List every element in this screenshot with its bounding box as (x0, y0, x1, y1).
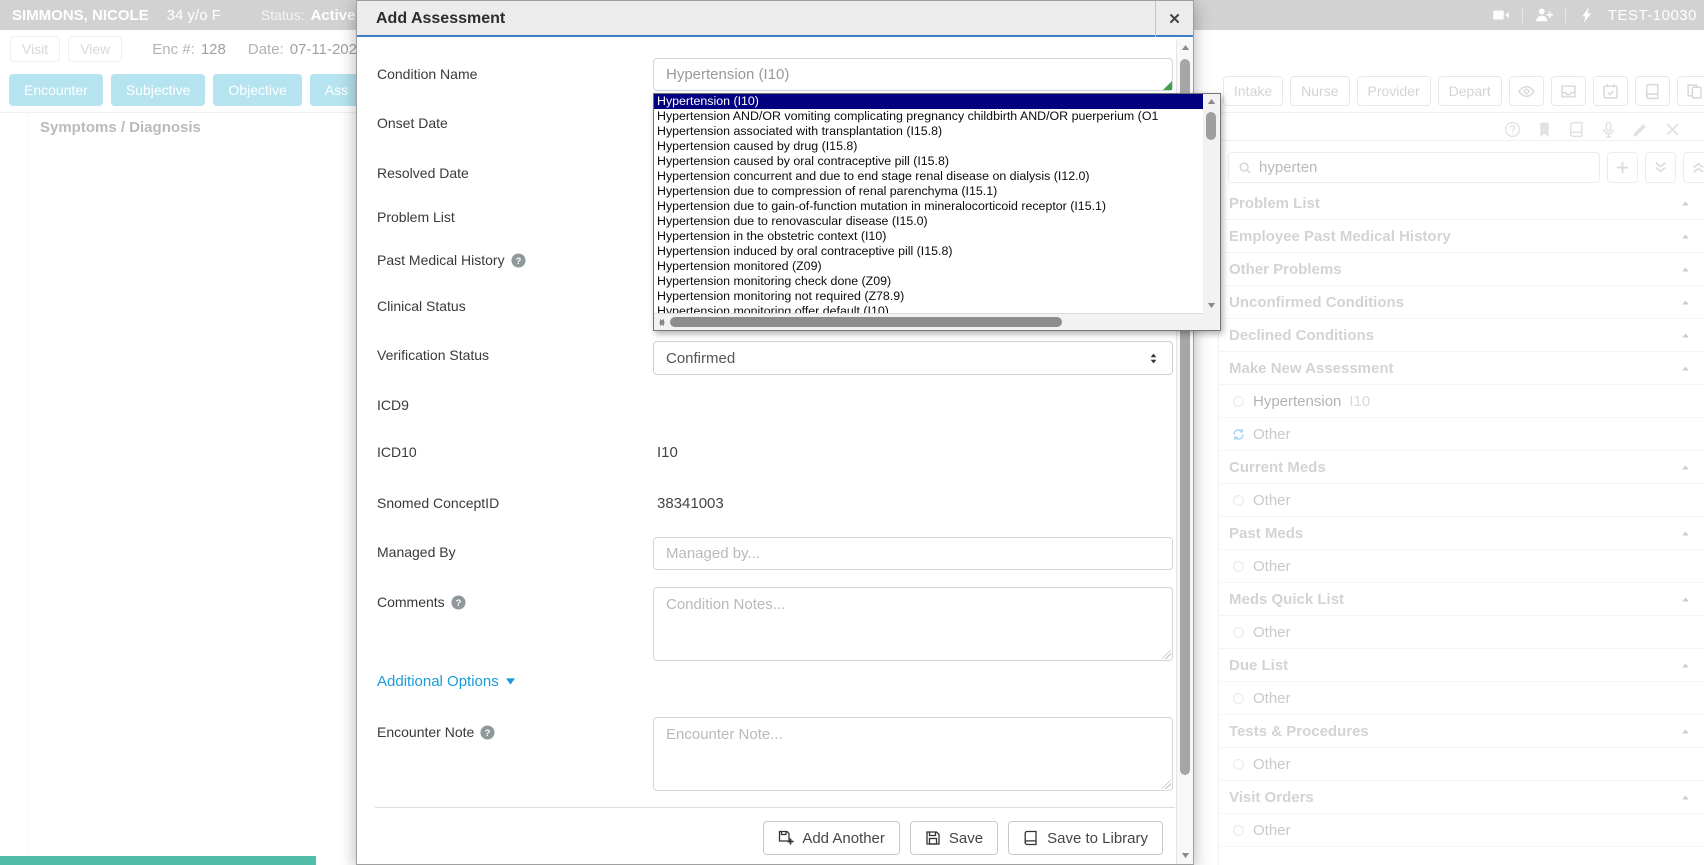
dropdown-option-8[interactable]: Hypertension due to gain-of-function mut… (654, 199, 1203, 214)
scrollbar-thumb[interactable] (670, 317, 1062, 327)
dropdown-option-10[interactable]: Hypertension in the obstetric context (I… (654, 229, 1203, 244)
add-another-button[interactable]: Add Another (763, 821, 900, 855)
scroll-down-icon[interactable] (1207, 301, 1216, 310)
add-another-label: Add Another (802, 830, 885, 847)
dropdown-option-14[interactable]: Hypertension monitoring not required (Z7… (654, 289, 1203, 304)
comments-textarea[interactable] (653, 587, 1173, 661)
dropdown-option-11[interactable]: Hypertension induced by oral contracepti… (654, 244, 1203, 259)
dropdown-option-5[interactable]: Hypertension caused by oral contraceptiv… (654, 154, 1203, 169)
encounter-note-label: Encounter Note? (377, 724, 495, 740)
condition-autocomplete-dropdown: Hypertension (I10)Hypertension AND/OR vo… (653, 93, 1221, 331)
svg-text:?: ? (455, 597, 461, 607)
save-to-library-button[interactable]: Save to Library (1008, 821, 1163, 855)
page-root: { "colors": { "tab_blue": "#5bc0de", "ti… (0, 0, 1704, 865)
svg-text:?: ? (485, 727, 491, 737)
condition-name-input[interactable] (653, 58, 1173, 91)
scrollbar-corner (1203, 313, 1220, 330)
dropdown-option-13[interactable]: Hypertension monitoring check done (Z09) (654, 274, 1203, 289)
icd9-label: ICD9 (377, 397, 409, 413)
dropdown-vertical-scrollbar[interactable] (1203, 94, 1220, 313)
additional-options-link[interactable]: Additional Options (377, 673, 516, 690)
icd10-value: I10 (657, 444, 678, 461)
help-icon[interactable]: ? (511, 253, 526, 268)
encounter-note-field (653, 717, 1173, 791)
scroll-up-icon[interactable] (1207, 97, 1216, 106)
clinical-status-label: Clinical Status (377, 298, 466, 314)
managed-by-field (653, 537, 1173, 570)
dropdown-option-1[interactable]: Hypertension (I10) (654, 94, 1203, 109)
svg-text:?: ? (515, 255, 521, 265)
dropdown-option-3[interactable]: Hypertension associated with transplanta… (654, 124, 1203, 139)
verification-status-label: Verification Status (377, 347, 489, 363)
resize-grip-icon[interactable] (1162, 650, 1171, 659)
snomed-label: Snomed ConceptID (377, 495, 499, 511)
managed-by-input[interactable] (653, 537, 1173, 570)
save-label: Save (949, 830, 983, 847)
onset-date-label: Onset Date (377, 115, 448, 131)
scroll-down-icon[interactable] (1181, 851, 1190, 860)
save-plus-icon (778, 830, 794, 846)
condition-dropdown-options: Hypertension (I10)Hypertension AND/OR vo… (654, 94, 1203, 313)
scroll-right-icon[interactable] (658, 318, 667, 327)
footer-divider (375, 807, 1175, 808)
dropdown-option-12[interactable]: Hypertension monitored (Z09) (654, 259, 1203, 274)
dropdown-option-9[interactable]: Hypertension due to renovascular disease… (654, 214, 1203, 229)
modal-title: Add Assessment (376, 1, 505, 37)
save-to-library-label: Save to Library (1047, 830, 1148, 847)
comments-label: Comments? (377, 594, 466, 610)
icd10-label: ICD10 (377, 444, 417, 460)
condition-name-field (653, 58, 1173, 91)
verification-status-value: Confirmed (666, 350, 735, 367)
resize-grip-icon[interactable] (1162, 780, 1171, 789)
additional-options-label: Additional Options (377, 673, 499, 690)
save-button[interactable]: Save (910, 821, 998, 855)
help-icon[interactable]: ? (451, 595, 466, 610)
modal-titlebar: Add Assessment ✕ (357, 1, 1193, 37)
scrollbar-thumb[interactable] (1206, 112, 1216, 140)
caret-down-icon (505, 676, 516, 687)
scroll-up-icon[interactable] (1181, 43, 1190, 52)
add-assessment-modal: Add Assessment ✕ Condition Name Onset Da… (356, 0, 1194, 865)
dropdown-option-6[interactable]: Hypertension concurrent and due to end s… (654, 169, 1203, 184)
dropdown-option-4[interactable]: Hypertension caused by drug (I15.8) (654, 139, 1203, 154)
modal-footer: Add Another Save Save to Library (763, 821, 1163, 855)
dropdown-horizontal-scrollbar[interactable] (654, 313, 1203, 330)
green-corner-indicator (1163, 81, 1172, 90)
library-book-icon (1023, 830, 1039, 846)
dropdown-option-7[interactable]: Hypertension due to compression of renal… (654, 184, 1203, 199)
condition-name-label: Condition Name (377, 66, 477, 82)
comments-field (653, 587, 1173, 661)
verification-status-select[interactable]: Confirmed (653, 341, 1173, 375)
problem-list-label: Problem List (377, 209, 455, 225)
help-icon[interactable]: ? (480, 725, 495, 740)
save-icon (925, 830, 941, 846)
encounter-note-textarea[interactable] (653, 717, 1173, 791)
dropdown-option-15[interactable]: Hypertension monitoring offer default (I… (654, 304, 1203, 313)
close-button[interactable]: ✕ (1155, 1, 1193, 37)
resolved-date-label: Resolved Date (377, 165, 469, 181)
past-medical-history-label: Past Medical History? (377, 252, 526, 268)
teal-status-bar (0, 856, 316, 865)
select-arrows-icon (1147, 352, 1160, 365)
managed-by-label: Managed By (377, 544, 456, 560)
snomed-value: 38341003 (657, 495, 724, 512)
dropdown-option-2[interactable]: Hypertension AND/OR vomiting complicatin… (654, 109, 1203, 124)
